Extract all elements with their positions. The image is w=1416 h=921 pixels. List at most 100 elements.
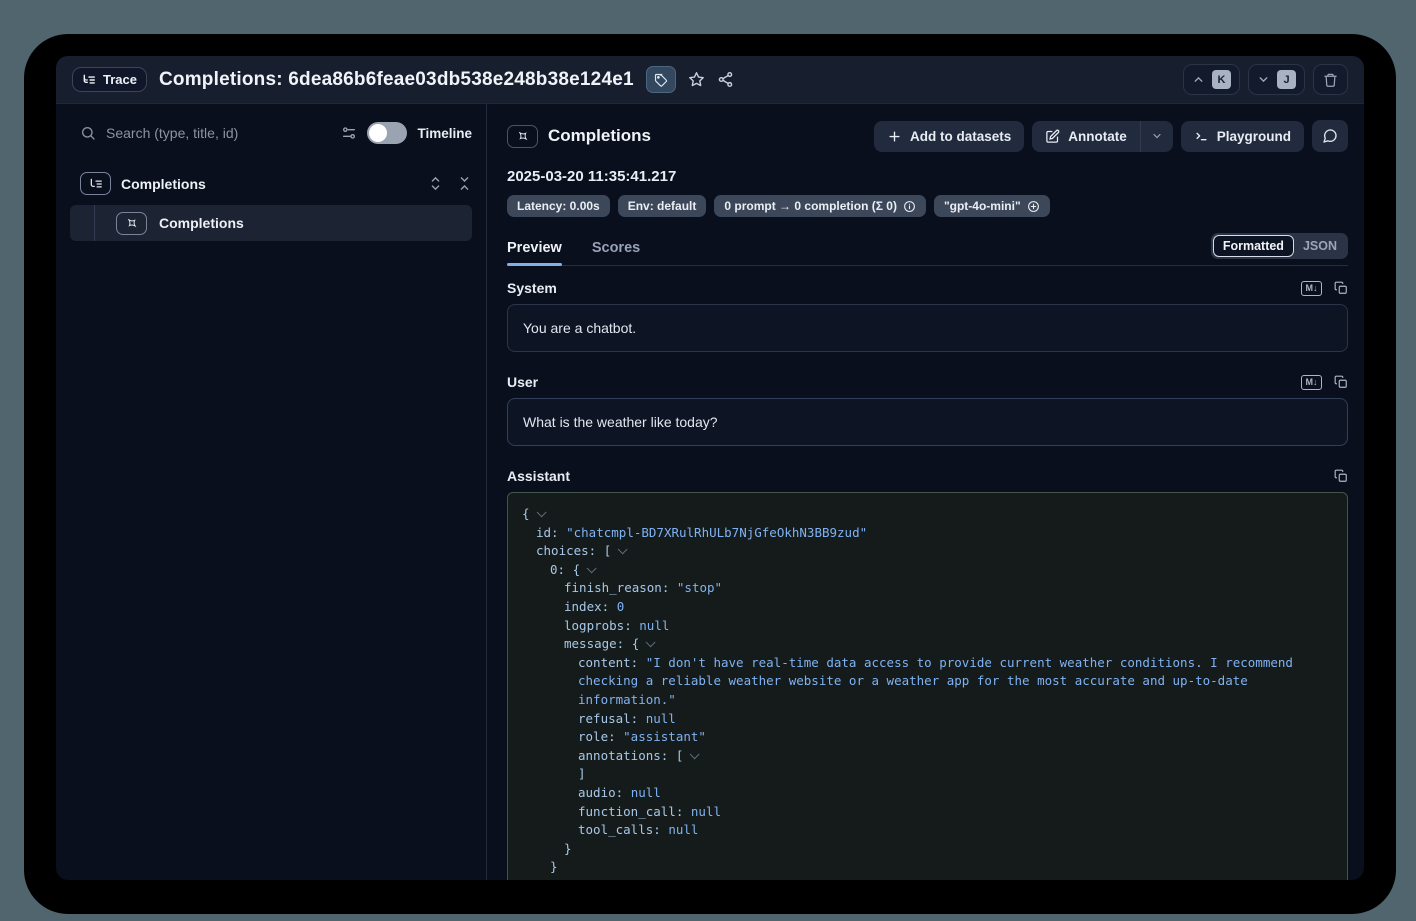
trace-header-bar: Trace Completions: 6dea86b6feae03db538e2… [56,56,1364,104]
tree-node-trace[interactable]: Completions [80,172,472,195]
json-line: annotations: [ [522,747,1333,766]
tree-controls [428,176,472,191]
json-line: refusal: null [522,710,1333,729]
user-message-section: User M↓ What is the weather like today? [507,374,1348,446]
annotate-button[interactable]: Annotate [1032,121,1140,152]
collapse-node-icon[interactable] [690,749,700,759]
collapse-node-icon[interactable] [536,507,546,517]
meta-badge-label: 0 prompt → 0 completion (Σ 0) [724,199,897,213]
format-toggle-formatted[interactable]: Formatted [1213,235,1294,257]
json-key: index: [564,599,617,614]
copy-icon[interactable] [1334,281,1348,295]
metadata-badges: Latency: 0.00sEnv: default0 prompt → 0 c… [507,195,1348,217]
app-body: Timeline Completions [56,104,1364,880]
list-tree-icon [80,172,111,195]
json-line: id: "chatcmpl-BD7XRulRhULb7NjGfeOkhN3BB9… [522,524,1333,543]
copy-icon[interactable] [1334,469,1348,483]
observation-header: Completions Add to datasets [507,120,1348,152]
json-value: "stop" [677,580,722,595]
json-bracket: { [632,636,640,651]
shortcut-key-k: K [1212,70,1231,89]
collapse-all-icon[interactable] [457,176,472,191]
meta-badge[interactable]: "gpt-4o-mini" [934,195,1050,217]
trash-icon [1323,72,1338,88]
json-value: null [668,822,698,837]
json-line: logprobs: null [522,617,1333,636]
circle-plus-icon[interactable] [1027,200,1040,213]
json-line: ] [522,877,1333,880]
search-icon [80,125,96,141]
json-key: 0: [550,562,573,577]
tree-node-generation-selected[interactable]: Completions [70,205,472,241]
nav-previous-button[interactable]: K [1183,64,1240,95]
comments-button[interactable] [1312,120,1348,152]
topbar-right-group: K J [1183,64,1348,95]
nav-next-button[interactable]: J [1248,64,1305,95]
add-to-datasets-button[interactable]: Add to datasets [874,121,1024,152]
delete-trace-button[interactable] [1313,64,1348,95]
annotate-split-button: Annotate [1032,121,1173,152]
json-key: function_call: [578,804,691,819]
tab-preview[interactable]: Preview [507,240,562,265]
search-input[interactable] [106,125,331,141]
markdown-toggle-icon[interactable]: M↓ [1301,281,1322,296]
json-line: finish_reason: "stop" [522,579,1333,598]
trace-badge-label: Trace [103,72,137,87]
collapse-node-icon[interactable] [618,545,628,555]
tab-scores[interactable]: Scores [592,240,640,265]
json-value: null [646,711,676,726]
share-button[interactable] [717,71,734,88]
tag-button[interactable] [646,66,676,93]
info-icon[interactable] [903,200,916,213]
json-line: function_call: null [522,803,1333,822]
json-value: "assistant" [623,729,706,744]
json-line: ] [522,765,1333,784]
tag-icon [654,73,668,87]
expand-all-icon[interactable] [428,176,443,191]
format-toggle-json[interactable]: JSON [1294,236,1346,256]
json-line: content: "I don't have real-time data ac… [522,654,1333,710]
json-value: null [639,618,669,633]
json-line: } [522,858,1333,877]
json-key: content: [578,655,646,670]
collapse-node-icon[interactable] [646,638,656,648]
user-section-title: User [507,374,538,390]
playground-label: Playground [1217,129,1291,144]
collapse-node-icon[interactable] [587,563,597,573]
tree-indent-guide [94,205,95,241]
favorite-star-button[interactable] [688,71,705,88]
meta-badge[interactable]: 0 prompt → 0 completion (Σ 0) [714,195,926,217]
json-bracket: ] [578,766,586,781]
json-bracket: { [573,562,581,577]
tree-search-row: Timeline [80,122,472,144]
toggle-knob [369,124,387,142]
chevron-up-icon [1192,73,1205,86]
preview-scroll-area[interactable]: System M↓ You are a chatbot. [507,266,1348,880]
detail-tabs: Preview Scores Formatted JSON [507,233,1348,266]
view-settings-icon[interactable] [341,125,357,141]
assistant-json-viewer[interactable]: { id: "chatcmpl-BD7XRulRhULb7NjGfeOkhN3BB… [507,492,1348,880]
annotate-dropdown-button[interactable] [1140,121,1173,152]
json-key: logprobs: [564,618,639,633]
meta-badge-label: Env: default [628,199,697,213]
json-value: "chatcmpl-BD7XRulRhULb7NjGfeOkhN3BB9zud" [566,525,867,540]
json-bracket: ] [536,878,544,880]
timeline-toggle-label: Timeline [417,126,472,141]
json-line: tool_calls: null [522,821,1333,840]
tree-node-label: Completions [159,215,244,231]
markdown-toggle-icon[interactable]: M↓ [1301,375,1322,390]
timeline-toggle[interactable] [367,122,407,144]
share-icon [717,71,734,88]
json-key: finish_reason: [564,580,677,595]
playground-button[interactable]: Playground [1181,121,1304,152]
json-value: null [691,804,721,819]
trace-type-badge: Trace [72,67,147,92]
observation-timestamp: 2025-03-20 11:35:41.217 [507,168,1348,185]
json-line: audio: null [522,784,1333,803]
list-tree-icon [82,73,96,87]
copy-icon[interactable] [1334,375,1348,389]
json-line: } [522,840,1333,859]
json-value: null [631,785,661,800]
header-actions: Add to datasets Annotate [874,120,1348,152]
plus-icon [887,129,902,144]
